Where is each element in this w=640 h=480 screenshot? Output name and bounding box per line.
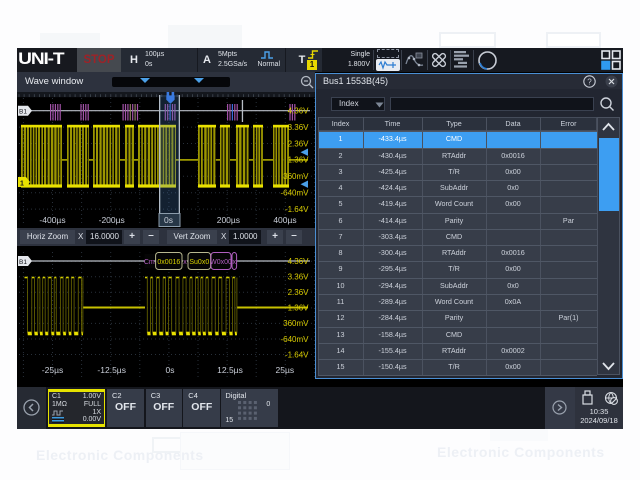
svg-text:-640mV: -640mV — [280, 189, 309, 198]
svg-text:B1: B1 — [19, 109, 27, 116]
svg-text:360mV: 360mV — [283, 319, 309, 328]
svg-text:Cm: Cm — [144, 259, 155, 266]
svg-text:3.36V: 3.36V — [288, 123, 310, 132]
svg-text:4.36V: 4.36V — [288, 257, 310, 266]
svg-text:1.36V: 1.36V — [288, 156, 310, 165]
svg-text:12.5µs: 12.5µs — [217, 365, 243, 375]
svg-text:4.36V: 4.36V — [288, 107, 310, 116]
svg-text:360mV: 360mV — [283, 172, 309, 181]
svg-text:0s: 0s — [164, 215, 173, 225]
svg-text:-1.64V: -1.64V — [285, 205, 309, 214]
svg-text:3.36V: 3.36V — [288, 273, 310, 282]
svg-text:x: x — [233, 259, 237, 266]
svg-text:-400µs: -400µs — [39, 215, 65, 225]
svg-text:0s: 0s — [166, 365, 175, 375]
svg-text:1.36V: 1.36V — [288, 304, 310, 313]
svg-text:-200µs: -200µs — [99, 215, 125, 225]
svg-text:B1: B1 — [19, 259, 27, 266]
svg-text:x: x — [183, 259, 187, 266]
svg-text:-640mV: -640mV — [280, 335, 309, 344]
svg-text:25µs: 25µs — [275, 365, 294, 375]
svg-text:400µs: 400µs — [273, 215, 296, 225]
svg-text:1: 1 — [20, 181, 24, 188]
svg-text:-1.64V: -1.64V — [285, 350, 309, 359]
svg-text:2.36V: 2.36V — [288, 139, 310, 148]
svg-text:-25µs: -25µs — [42, 365, 63, 375]
svg-text:200µs: 200µs — [217, 215, 240, 225]
svg-text:Su0x0: Su0x0 — [189, 259, 209, 266]
svg-text:0x0016: 0x0016 — [157, 259, 180, 266]
svg-text:W0x00: W0x00 — [210, 259, 232, 266]
svg-text:-12.5µs: -12.5µs — [97, 365, 126, 375]
svg-text:?: ? — [587, 78, 592, 87]
svg-text:2.36V: 2.36V — [288, 288, 310, 297]
